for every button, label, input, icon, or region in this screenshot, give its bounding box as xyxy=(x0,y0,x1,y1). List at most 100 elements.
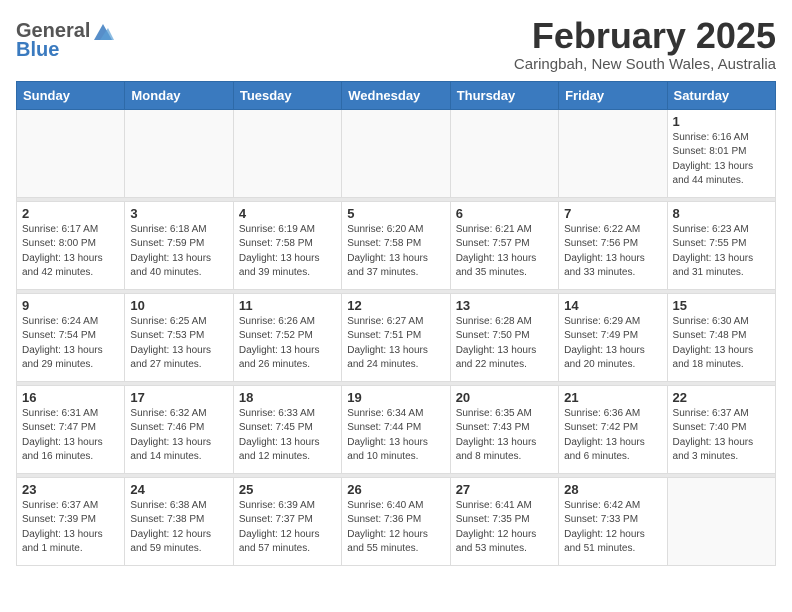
day-number: 12 xyxy=(347,298,444,313)
calendar-week-3: 9Sunrise: 6:24 AMSunset: 7:54 PMDaylight… xyxy=(17,293,776,381)
day-number: 27 xyxy=(456,482,553,497)
day-info: Sunrise: 6:35 AMSunset: 7:43 PMDaylight:… xyxy=(456,407,553,465)
day-info: Sunrise: 6:27 AMSunset: 7:51 PMDaylight:… xyxy=(347,315,444,373)
day-number: 21 xyxy=(564,390,661,405)
day-number: 18 xyxy=(239,390,336,405)
calendar-table: SundayMondayTuesdayWednesdayThursdayFrid… xyxy=(16,81,776,566)
day-number: 1 xyxy=(673,114,770,129)
calendar-cell: 21 Sunrise: 6:36 AMSunset: 7:42 PMDayligh… xyxy=(559,385,667,473)
calendar-cell: 10 Sunrise: 6:25 AMSunset: 7:53 PMDayligh… xyxy=(125,293,233,381)
calendar-cell: 28 Sunrise: 6:42 AMSunset: 7:33 PMDayligh… xyxy=(559,477,667,565)
day-number: 9 xyxy=(22,298,119,313)
calendar-cell xyxy=(17,109,125,197)
calendar-cell: 13 Sunrise: 6:28 AMSunset: 7:50 PMDayligh… xyxy=(450,293,558,381)
day-info: Sunrise: 6:39 AMSunset: 7:37 PMDaylight:… xyxy=(239,499,336,557)
calendar-subtitle: Caringbah, New South Wales, Australia xyxy=(514,56,776,73)
day-number: 7 xyxy=(564,206,661,221)
day-info: Sunrise: 6:26 AMSunset: 7:52 PMDaylight:… xyxy=(239,315,336,373)
day-number: 25 xyxy=(239,482,336,497)
day-info: Sunrise: 6:38 AMSunset: 7:38 PMDaylight:… xyxy=(130,499,227,557)
logo: General Blue xyxy=(16,20,114,62)
calendar-cell: 26Sunrise: 6:40 AMSunset: 7:36 PMDayligh… xyxy=(342,477,450,565)
day-info: Sunrise: 6:37 AMSunset: 7:39 PMDaylight:… xyxy=(22,499,119,557)
calendar-week-1: 1 Sunrise: 6:16 AMSunset: 8:01 PMDaylight… xyxy=(17,109,776,197)
day-info: Sunrise: 6:25 AMSunset: 7:53 PMDaylight:… xyxy=(130,315,227,373)
day-info: Sunrise: 6:34 AMSunset: 7:44 PMDaylight:… xyxy=(347,407,444,465)
calendar-cell: 24 Sunrise: 6:38 AMSunset: 7:38 PMDayligh… xyxy=(125,477,233,565)
day-info: Sunrise: 6:19 AMSunset: 7:58 PMDaylight:… xyxy=(239,223,336,281)
weekday-header-tuesday: Tuesday xyxy=(233,81,341,109)
calendar-cell: 14 Sunrise: 6:29 AMSunset: 7:49 PMDayligh… xyxy=(559,293,667,381)
calendar-cell xyxy=(125,109,233,197)
calendar-cell: 17 Sunrise: 6:32 AMSunset: 7:46 PMDayligh… xyxy=(125,385,233,473)
weekday-header-thursday: Thursday xyxy=(450,81,558,109)
day-number: 5 xyxy=(347,206,444,221)
calendar-cell: 9Sunrise: 6:24 AMSunset: 7:54 PMDaylight… xyxy=(17,293,125,381)
day-info: Sunrise: 6:37 AMSunset: 7:40 PMDaylight:… xyxy=(673,407,770,465)
title-block: February 2025 Caringbah, New South Wales… xyxy=(514,16,776,73)
calendar-week-4: 16 Sunrise: 6:31 AMSunset: 7:47 PMDayligh… xyxy=(17,385,776,473)
day-number: 20 xyxy=(456,390,553,405)
calendar-cell xyxy=(559,109,667,197)
weekday-header-wednesday: Wednesday xyxy=(342,81,450,109)
day-info: Sunrise: 6:16 AMSunset: 8:01 PMDaylight:… xyxy=(673,131,770,189)
day-number: 10 xyxy=(130,298,227,313)
day-info: Sunrise: 6:28 AMSunset: 7:50 PMDaylight:… xyxy=(456,315,553,373)
calendar-cell: 6Sunrise: 6:21 AMSunset: 7:57 PMDaylight… xyxy=(450,201,558,289)
calendar-week-5: 23 Sunrise: 6:37 AMSunset: 7:39 PMDayligh… xyxy=(17,477,776,565)
weekday-header-saturday: Saturday xyxy=(667,81,775,109)
day-info: Sunrise: 6:22 AMSunset: 7:56 PMDaylight:… xyxy=(564,223,661,281)
day-number: 11 xyxy=(239,298,336,313)
day-number: 23 xyxy=(22,482,119,497)
calendar-cell: 11 Sunrise: 6:26 AMSunset: 7:52 PMDayligh… xyxy=(233,293,341,381)
day-number: 14 xyxy=(564,298,661,313)
calendar-cell: 27 Sunrise: 6:41 AMSunset: 7:35 PMDayligh… xyxy=(450,477,558,565)
calendar-cell: 22 Sunrise: 6:37 AMSunset: 7:40 PMDayligh… xyxy=(667,385,775,473)
logo-blue-text: Blue xyxy=(16,39,59,62)
day-info: Sunrise: 6:41 AMSunset: 7:35 PMDaylight:… xyxy=(456,499,553,557)
day-info: Sunrise: 6:17 AMSunset: 8:00 PMDaylight:… xyxy=(22,223,119,281)
calendar-cell xyxy=(450,109,558,197)
day-info: Sunrise: 6:20 AMSunset: 7:58 PMDaylight:… xyxy=(347,223,444,281)
day-number: 3 xyxy=(130,206,227,221)
day-info: Sunrise: 6:29 AMSunset: 7:49 PMDaylight:… xyxy=(564,315,661,373)
day-info: Sunrise: 6:18 AMSunset: 7:59 PMDaylight:… xyxy=(130,223,227,281)
day-number: 15 xyxy=(673,298,770,313)
weekday-header-row: SundayMondayTuesdayWednesdayThursdayFrid… xyxy=(17,81,776,109)
day-number: 28 xyxy=(564,482,661,497)
day-info: Sunrise: 6:36 AMSunset: 7:42 PMDaylight:… xyxy=(564,407,661,465)
day-info: Sunrise: 6:23 AMSunset: 7:55 PMDaylight:… xyxy=(673,223,770,281)
day-info: Sunrise: 6:32 AMSunset: 7:46 PMDaylight:… xyxy=(130,407,227,465)
calendar-title: February 2025 xyxy=(514,16,776,56)
calendar-cell: 20 Sunrise: 6:35 AMSunset: 7:43 PMDayligh… xyxy=(450,385,558,473)
day-number: 6 xyxy=(456,206,553,221)
day-number: 16 xyxy=(22,390,119,405)
day-number: 4 xyxy=(239,206,336,221)
calendar-cell: 4 Sunrise: 6:19 AMSunset: 7:58 PMDaylight… xyxy=(233,201,341,289)
calendar-cell: 3 Sunrise: 6:18 AMSunset: 7:59 PMDaylight… xyxy=(125,201,233,289)
day-info: Sunrise: 6:30 AMSunset: 7:48 PMDaylight:… xyxy=(673,315,770,373)
day-info: Sunrise: 6:42 AMSunset: 7:33 PMDaylight:… xyxy=(564,499,661,557)
weekday-header-monday: Monday xyxy=(125,81,233,109)
weekday-header-sunday: Sunday xyxy=(17,81,125,109)
logo-icon xyxy=(92,22,114,42)
calendar-body: 1 Sunrise: 6:16 AMSunset: 8:01 PMDaylight… xyxy=(17,109,776,565)
calendar-cell: 1 Sunrise: 6:16 AMSunset: 8:01 PMDaylight… xyxy=(667,109,775,197)
day-number: 26 xyxy=(347,482,444,497)
calendar-cell: 16 Sunrise: 6:31 AMSunset: 7:47 PMDayligh… xyxy=(17,385,125,473)
calendar-cell: 15 Sunrise: 6:30 AMSunset: 7:48 PMDayligh… xyxy=(667,293,775,381)
calendar-cell xyxy=(667,477,775,565)
calendar-cell xyxy=(233,109,341,197)
day-number: 17 xyxy=(130,390,227,405)
calendar-cell: 19 Sunrise: 6:34 AMSunset: 7:44 PMDayligh… xyxy=(342,385,450,473)
calendar-cell: 2Sunrise: 6:17 AMSunset: 8:00 PMDaylight… xyxy=(17,201,125,289)
calendar-cell: 8Sunrise: 6:23 AMSunset: 7:55 PMDaylight… xyxy=(667,201,775,289)
calendar-cell: 25 Sunrise: 6:39 AMSunset: 7:37 PMDayligh… xyxy=(233,477,341,565)
day-number: 13 xyxy=(456,298,553,313)
day-number: 22 xyxy=(673,390,770,405)
day-info: Sunrise: 6:31 AMSunset: 7:47 PMDaylight:… xyxy=(22,407,119,465)
day-number: 24 xyxy=(130,482,227,497)
day-number: 19 xyxy=(347,390,444,405)
calendar-cell: 5 Sunrise: 6:20 AMSunset: 7:58 PMDaylight… xyxy=(342,201,450,289)
calendar-cell xyxy=(342,109,450,197)
